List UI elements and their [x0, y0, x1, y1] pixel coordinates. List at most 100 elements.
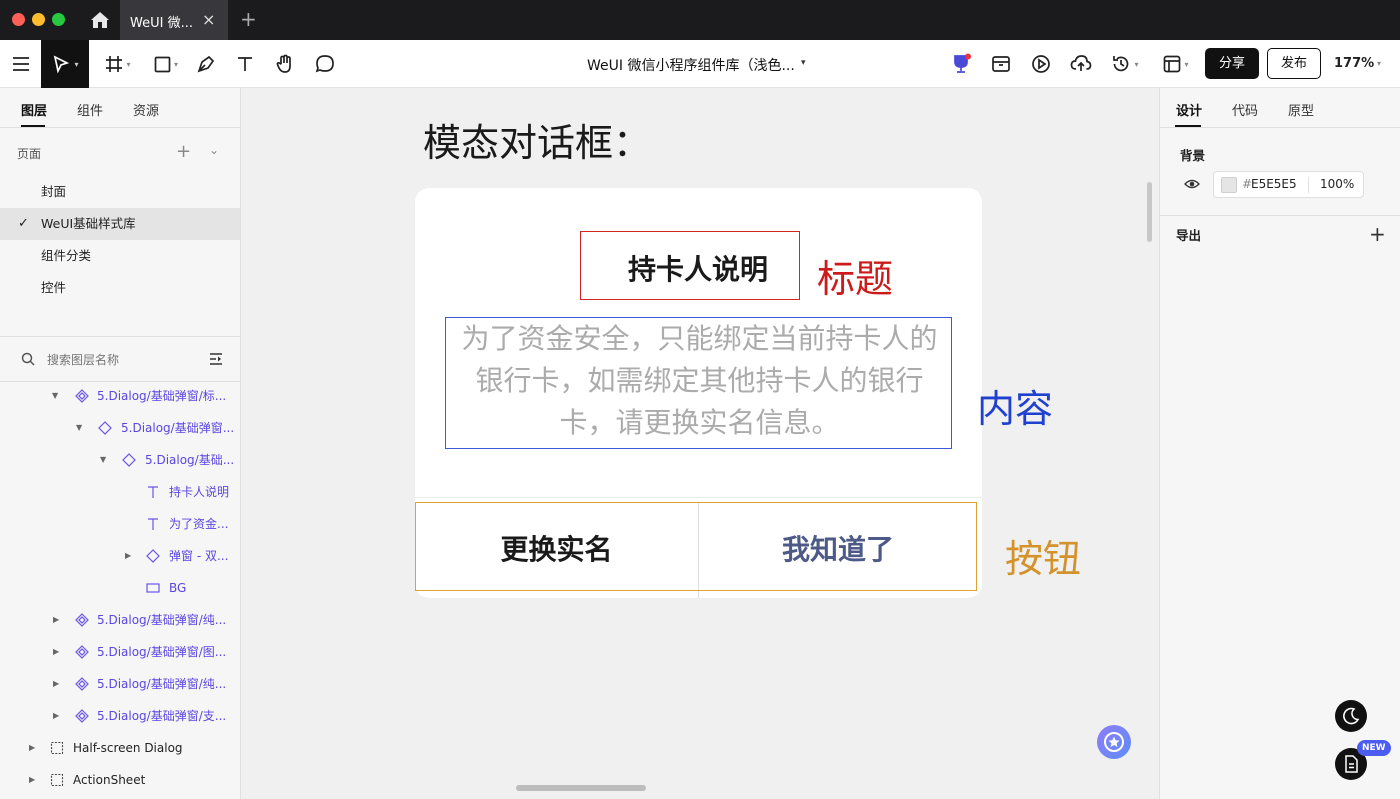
layer-name: ActionSheet	[73, 773, 146, 787]
divider	[1308, 177, 1309, 193]
text-tool-icon[interactable]	[233, 40, 257, 88]
tab-prototype[interactable]: 原型	[1288, 100, 1314, 119]
divider	[0, 336, 240, 337]
menu-icon[interactable]	[8, 40, 34, 88]
close-tab-icon[interactable]: ×	[202, 10, 215, 29]
shape-tool-button[interactable]: ▾	[148, 40, 184, 88]
moon-icon	[1343, 707, 1360, 725]
horizontal-scrollbar[interactable]	[516, 785, 646, 791]
chevron-down-icon[interactable]: ▾	[801, 58, 806, 68]
tab-assets[interactable]: 资源	[133, 100, 159, 119]
layer-row[interactable]: ▶ 5.Dialog/基础弹窗/纯...	[0, 668, 240, 700]
layer-row[interactable]: ▶ 5.Dialog/基础弹窗/支...	[0, 700, 240, 732]
new-badge: NEW	[1357, 740, 1391, 756]
content-annotation: 内容	[977, 387, 1054, 431]
minimize-window-button[interactable]	[32, 13, 45, 26]
vertical-scrollbar[interactable]	[1147, 182, 1152, 242]
page-item-categories[interactable]: 组件分类	[0, 240, 240, 272]
layout-icon[interactable]: ▾	[1160, 40, 1192, 88]
frame-layer-icon	[50, 773, 64, 787]
got-it-button[interactable]: 我知道了	[699, 528, 977, 568]
page-item-label: 封面	[41, 184, 67, 199]
dark-mode-button[interactable]	[1335, 700, 1367, 732]
text-layer-icon	[148, 486, 158, 498]
hand-icon[interactable]	[273, 40, 297, 88]
page-item-weui-base[interactable]: ✓ WeUI基础样式库	[0, 208, 240, 240]
expand-arrow-icon[interactable]: ▼	[100, 444, 106, 476]
eye-icon[interactable]	[1184, 178, 1200, 190]
expand-arrow-icon[interactable]: ▶	[29, 764, 35, 796]
change-name-button[interactable]: 更换实名	[415, 528, 698, 568]
page-item-cover[interactable]: 封面	[0, 176, 240, 208]
tab-layers[interactable]: 图层	[21, 100, 47, 119]
expand-arrow-icon[interactable]: ▶	[53, 604, 59, 636]
home-icon[interactable]	[88, 9, 112, 31]
layer-row[interactable]: ▼ 5.Dialog/基础弹窗/标...	[0, 380, 240, 412]
layer-row[interactable]: 为了资金...	[0, 508, 240, 540]
move-tool-button[interactable]: ▾	[41, 40, 89, 88]
chevron-down-icon[interactable]: ▾	[1377, 59, 1381, 68]
trophy-icon[interactable]	[948, 40, 974, 88]
color-swatch[interactable]	[1221, 177, 1237, 193]
design-canvas[interactable]: 模态对话框： 持卡人说明 标题 为了资金安全，只能绑定当前持卡人的银行卡，如需绑…	[241, 88, 1159, 799]
new-tab-button[interactable]: +	[240, 7, 257, 31]
layer-row[interactable]: BG	[0, 572, 240, 604]
expand-arrow-icon[interactable]: ▶	[53, 636, 59, 668]
layer-row[interactable]: ▼ 5.Dialog/基础...	[0, 444, 240, 476]
layer-row[interactable]: ▶ 5.Dialog/基础弹窗/纯...	[0, 604, 240, 636]
add-export-icon[interactable]: +	[1369, 222, 1386, 246]
layer-name: 5.Dialog/基础弹窗...	[121, 421, 235, 435]
dialog-title[interactable]: 持卡人说明	[580, 248, 816, 288]
layer-row[interactable]: ▶ Half-screen Dialog	[0, 732, 240, 764]
layer-search-input[interactable]	[47, 350, 197, 370]
layer-name: Half-screen Dialog	[73, 741, 183, 755]
filter-icon[interactable]	[209, 353, 223, 365]
publish-button[interactable]: 发布	[1267, 48, 1321, 79]
right-panel: 设计 代码 原型 背景 # E5E5E5 100% 导出 +	[1159, 88, 1400, 799]
maximize-window-button[interactable]	[52, 13, 65, 26]
expand-arrow-icon[interactable]: ▶	[29, 732, 35, 764]
layer-name: 弹窗 - 双...	[169, 549, 229, 563]
expand-arrow-icon[interactable]: ▶	[125, 540, 131, 572]
layer-row[interactable]: ▶ 5.Dialog/基础弹窗/图...	[0, 636, 240, 668]
layer-name: 5.Dialog/基础弹窗/纯...	[97, 613, 227, 627]
cloud-upload-icon[interactable]	[1068, 40, 1094, 88]
frame-tool-button[interactable]: ▾	[100, 40, 136, 88]
background-color-field[interactable]: # E5E5E5 100%	[1213, 171, 1364, 198]
layer-name: BG	[169, 581, 187, 595]
tab-design[interactable]: 设计	[1176, 100, 1202, 119]
expand-arrow-icon[interactable]: ▶	[53, 668, 59, 700]
comment-icon[interactable]	[313, 40, 337, 88]
close-window-button[interactable]	[12, 13, 25, 26]
pen-icon[interactable]	[194, 40, 218, 88]
layer-row[interactable]: ▶ 弹窗 - 双...	[0, 540, 240, 572]
hex-value[interactable]: E5E5E5	[1251, 177, 1297, 191]
expand-arrow-icon[interactable]: ▼	[76, 412, 82, 444]
page-item-controls[interactable]: 控件	[0, 272, 240, 304]
share-button[interactable]: 分享	[1205, 48, 1259, 79]
document-title[interactable]: WeUI 微信小程序组件库（浅色...	[587, 55, 795, 75]
expand-arrow-icon[interactable]: ▶	[53, 700, 59, 732]
play-icon[interactable]	[1029, 40, 1053, 88]
page-item-label: WeUI基础样式库	[41, 216, 136, 231]
layer-name: 5.Dialog/基础...	[145, 453, 235, 467]
archive-icon[interactable]	[989, 40, 1013, 88]
layer-row[interactable]: ▼ 5.Dialog/基础弹窗...	[0, 412, 240, 444]
instance-icon	[146, 549, 160, 563]
zoom-level[interactable]: 177%	[1334, 56, 1374, 71]
expand-arrow-icon[interactable]: ▼	[52, 380, 58, 412]
pages-header: 页面	[17, 147, 42, 161]
assistant-button[interactable]	[1097, 725, 1131, 759]
layer-row[interactable]: ▶ ActionSheet	[0, 764, 240, 796]
layer-row[interactable]: 持卡人说明	[0, 476, 240, 508]
component-icon	[75, 645, 89, 659]
dialog-content[interactable]: 为了资金安全，只能绑定当前持卡人的银行卡，如需绑定其他持卡人的银行卡，请更换实名…	[452, 318, 947, 444]
opacity-value[interactable]: 100%	[1320, 177, 1354, 191]
component-icon	[75, 613, 89, 627]
document-tab[interactable]: WeUI 微... ×	[120, 0, 228, 40]
collapse-pages-icon[interactable]: ⌄	[209, 143, 219, 157]
tab-code[interactable]: 代码	[1232, 100, 1258, 119]
add-page-icon[interactable]: +	[176, 141, 191, 162]
tab-components[interactable]: 组件	[77, 100, 103, 119]
history-icon[interactable]: ▾	[1110, 40, 1140, 88]
